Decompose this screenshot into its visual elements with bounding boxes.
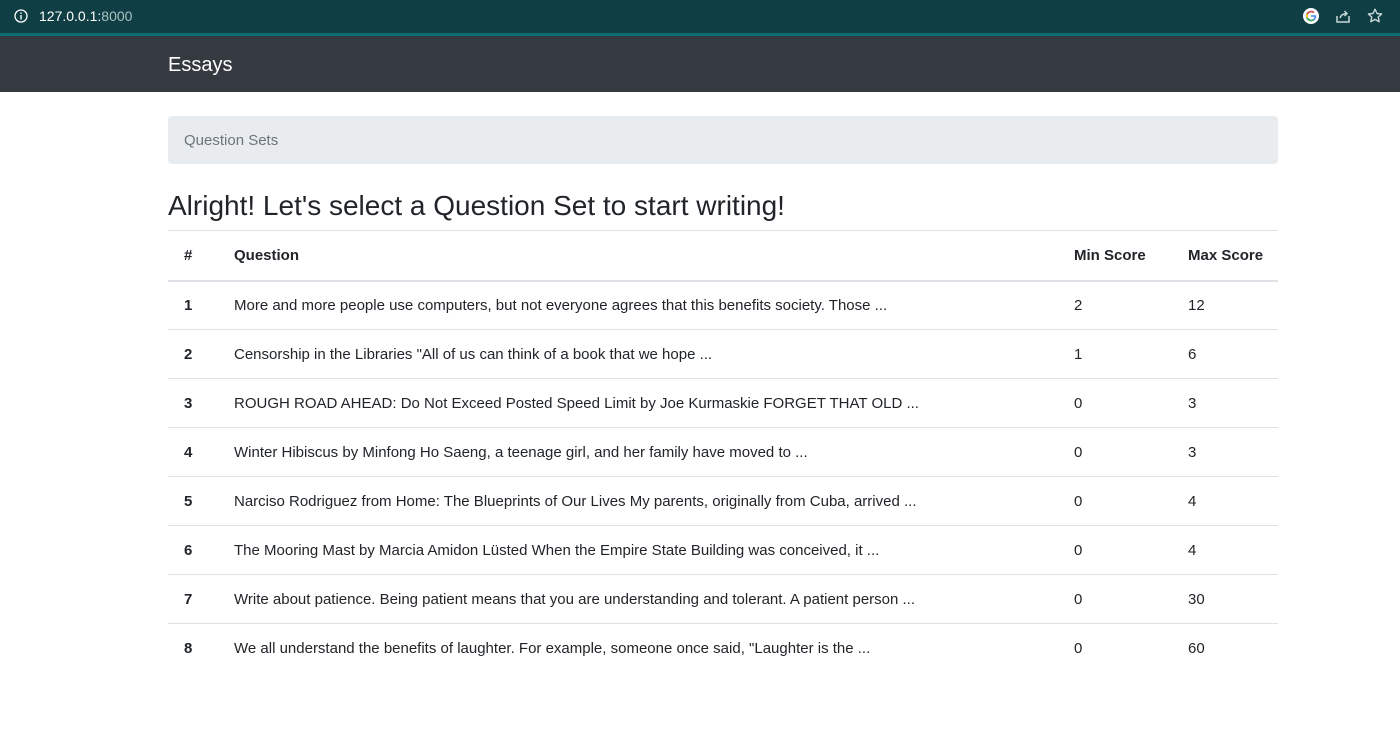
page-title: Alright! Let's select a Question Set to … — [168, 190, 785, 221]
share-icon[interactable] — [1334, 7, 1352, 25]
row-number: 8 — [168, 623, 218, 673]
navbar-brand[interactable]: Essays — [168, 54, 232, 77]
question-cell[interactable]: More and more people use computers, but … — [218, 281, 1058, 330]
min-score-cell: 1 — [1058, 329, 1172, 379]
min-score-cell: 0 — [1058, 574, 1172, 624]
question-cell[interactable]: Narciso Rodriguez from Home: The Bluepri… — [218, 476, 1058, 526]
question-cell[interactable]: ROUGH ROAD AHEAD: Do Not Exceed Posted S… — [218, 378, 1058, 428]
navbar: Essays — [0, 36, 1400, 92]
question-cell[interactable]: Winter Hibiscus by Minfong Ho Saeng, a t… — [218, 427, 1058, 477]
browser-actions — [1302, 7, 1384, 25]
min-score-cell: 0 — [1058, 525, 1172, 575]
max-score-cell: 3 — [1172, 378, 1278, 428]
info-icon[interactable] — [14, 9, 28, 23]
max-score-cell: 30 — [1172, 574, 1278, 624]
browser-toolbar: 127.0.0.1:8000 — [0, 0, 1400, 36]
table-row[interactable]: 4 Winter Hibiscus by Minfong Ho Saeng, a… — [168, 427, 1278, 477]
question-cell[interactable]: We all understand the benefits of laught… — [218, 623, 1058, 673]
table-header-row: # Question Min Score Max Score — [168, 230, 1278, 282]
max-score-cell: 60 — [1172, 623, 1278, 673]
row-number: 3 — [168, 378, 218, 428]
column-header-max-score: Max Score — [1172, 230, 1278, 282]
max-score-cell: 4 — [1172, 476, 1278, 526]
table-row[interactable]: 3 ROUGH ROAD AHEAD: Do Not Exceed Posted… — [168, 378, 1278, 428]
max-score-cell: 6 — [1172, 329, 1278, 379]
row-number: 6 — [168, 525, 218, 575]
google-icon[interactable] — [1302, 7, 1320, 25]
max-score-cell: 4 — [1172, 525, 1278, 575]
table-row[interactable]: 1 More and more people use computers, bu… — [168, 281, 1278, 330]
url-port: 8000 — [101, 8, 133, 24]
column-header-question: Question — [218, 230, 1058, 282]
bookmark-star-icon[interactable] — [1366, 7, 1384, 25]
url-host: 127.0.0.1: — [39, 8, 102, 24]
column-header-min-score: Min Score — [1058, 230, 1172, 282]
min-score-cell: 0 — [1058, 476, 1172, 526]
question-cell[interactable]: Censorship in the Libraries "All of us c… — [218, 329, 1058, 379]
min-score-cell: 0 — [1058, 427, 1172, 477]
row-number: 1 — [184, 296, 193, 314]
breadcrumb: Question Sets — [168, 116, 1278, 164]
row-number: 5 — [168, 476, 218, 526]
table-row[interactable]: 2 Censorship in the Libraries "All of us… — [168, 329, 1278, 379]
min-score-cell: 0 — [1058, 378, 1172, 428]
row-number: 4 — [168, 427, 218, 477]
table-row[interactable]: 8 We all understand the benefits of laug… — [168, 623, 1278, 673]
question-sets-table: # Question Min Score Max Score 1 More an… — [168, 230, 1278, 673]
max-score-cell: 12 — [1188, 296, 1205, 314]
question-cell[interactable]: Write about patience. Being patient mean… — [218, 574, 1058, 624]
min-score-cell: 2 — [1074, 296, 1083, 314]
breadcrumb-item-question-sets: Question Sets — [184, 132, 279, 149]
question-cell[interactable]: The Mooring Mast by Marcia Amidon Lüsted… — [218, 525, 1058, 575]
table-row[interactable]: 7 Write about patience. Being patient me… — [168, 574, 1278, 624]
table-row[interactable]: 6 The Mooring Mast by Marcia Amidon Lüst… — [168, 525, 1278, 575]
min-score-cell: 0 — [1058, 623, 1172, 673]
address-bar-url[interactable]: 127.0.0.1:8000 — [39, 8, 132, 24]
table-body: 1 More and more people use computers, bu… — [168, 281, 1278, 673]
row-number: 2 — [168, 329, 218, 379]
row-number: 7 — [168, 574, 218, 624]
max-score-cell: 3 — [1172, 427, 1278, 477]
column-header-number: # — [168, 230, 218, 282]
table-row[interactable]: 5 Narciso Rodriguez from Home: The Bluep… — [168, 476, 1278, 526]
